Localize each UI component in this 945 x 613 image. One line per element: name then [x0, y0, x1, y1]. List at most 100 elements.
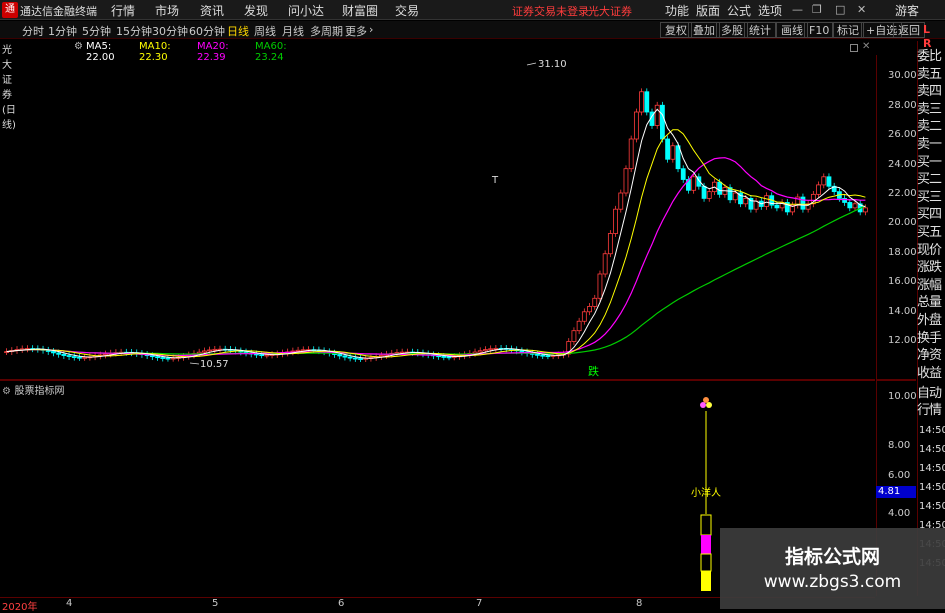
side-item[interactable]: 买一 [917, 155, 945, 171]
side-item[interactable]: 买四 [917, 207, 945, 223]
period-5min[interactable]: 5分钟 [82, 23, 111, 39]
date-year-label: 2020年 [2, 602, 38, 613]
menu-quotes[interactable]: 行情 [111, 2, 135, 19]
menu-ask-xiaoda[interactable]: 问小达 [288, 2, 324, 19]
candle-body [826, 176, 832, 187]
period-more[interactable]: 更多 [345, 23, 367, 39]
signal-bar-black [700, 514, 712, 536]
signal-bar-magenta [701, 535, 711, 554]
menu-trade[interactable]: 交易 [395, 2, 419, 19]
low-price-label: 10.57 [200, 359, 229, 370]
candle-body [201, 350, 207, 353]
candle-body [56, 352, 62, 355]
candle-body [581, 311, 587, 322]
candle-body [691, 176, 697, 191]
candle-body [587, 305, 592, 313]
side-item[interactable]: 涨跌 [917, 260, 945, 276]
mark-button[interactable]: 标记 [832, 22, 864, 38]
period-1min[interactable]: 1分钟 [48, 23, 77, 39]
quote-side-panel: L R 委比 卖五 卖四 卖三 卖二 卖一 买一 买二 买三 买四 买五 现价 涨跌 涨幅 总量 外盘 换手 净资… [917, 23, 945, 596]
panel-close-icon[interactable]: ✕ [862, 41, 870, 52]
login-notice[interactable]: 证券交易未登录 [512, 3, 589, 19]
side-item[interactable]: 收益 [917, 366, 945, 382]
candle-body [633, 111, 639, 140]
candle-body [821, 176, 827, 186]
candle-body [774, 204, 780, 209]
chevron-right-icon[interactable]: › [369, 23, 373, 36]
side-item[interactable]: 卖四 [917, 84, 945, 100]
candle-body [71, 356, 77, 358]
side-item[interactable]: 涨幅 [917, 278, 945, 294]
guest-label[interactable]: 游客 [895, 2, 919, 19]
menu-news[interactable]: 资讯 [200, 2, 224, 19]
signal-label: 小洋人 [691, 486, 721, 499]
menu-market[interactable]: 市场 [155, 2, 179, 19]
ind-axis-8: 8.00 [888, 440, 911, 451]
back-button[interactable]: 返回 [893, 22, 925, 38]
side-item[interactable]: 买三 [917, 190, 945, 206]
date-jul-label: 7 [476, 598, 483, 609]
axis-tick-18: 18.00 [888, 247, 917, 258]
period-multi[interactable]: 多周期 [310, 23, 343, 39]
menu-layout[interactable]: 版面 [696, 2, 720, 19]
side-item[interactable]: 外盘 [917, 313, 945, 329]
menu-discover[interactable]: 发现 [244, 2, 268, 19]
side-item[interactable]: 买五 [917, 225, 945, 241]
candle-body [358, 358, 363, 360]
side-item[interactable]: 卖二 [917, 119, 945, 135]
axis-tick-16: 16.00 [888, 276, 917, 287]
candle-body [743, 197, 749, 205]
menu-formula[interactable]: 公式 [727, 2, 751, 19]
candle-body [519, 350, 525, 353]
period-daily[interactable]: 日线 [227, 23, 249, 39]
menu-options[interactable]: 选项 [758, 2, 782, 19]
price-axis: 30.00 28.00 26.00 24.00 22.00 20.00 18.0… [876, 55, 917, 596]
candle-body [149, 355, 155, 358]
side-item[interactable]: 卖三 [917, 102, 945, 118]
statistics-button[interactable]: 统计 [744, 22, 776, 38]
period-monthly[interactable]: 月线 [282, 23, 304, 39]
side-item[interactable]: 委比 [917, 49, 945, 65]
side-item[interactable]: 净资 [917, 348, 945, 364]
period-15min[interactable]: 15分钟 [116, 23, 152, 39]
menu-wealth-circle[interactable]: 财富圈 [342, 2, 378, 19]
signal-dot-2 [706, 402, 712, 408]
side-item[interactable]: 卖五 [917, 67, 945, 83]
close-icon[interactable]: ✕ [857, 3, 866, 16]
side-item[interactable]: 总量 [917, 295, 945, 311]
menu-functions[interactable]: 功能 [665, 2, 689, 19]
candle-body [701, 185, 707, 199]
side-item[interactable]: 现价 [917, 243, 945, 259]
panel-restore-icon[interactable] [850, 44, 858, 52]
candle-body [441, 356, 447, 358]
candlestick-chart[interactable]: 31.10 10.57 T 跌 [0, 55, 875, 379]
ind-axis-6: 6.00 [888, 470, 911, 481]
side-quotes[interactable]: 行情 [917, 403, 945, 419]
candle-body [352, 357, 358, 360]
candle-body [540, 354, 546, 357]
axis-tick-26: 26.00 [888, 129, 917, 140]
candle-body [597, 273, 603, 299]
period-weekly[interactable]: 周线 [254, 23, 276, 39]
side-letter-l[interactable]: L [923, 23, 930, 36]
f10-button[interactable]: F10 [804, 22, 835, 38]
maximize-icon[interactable]: □ [835, 3, 845, 16]
side-item[interactable]: 换手 [917, 331, 945, 347]
minimize-icon[interactable]: — [792, 3, 803, 16]
side-item[interactable]: 买二 [917, 172, 945, 188]
axis-tick-22: 22.00 [888, 188, 917, 199]
settings-icon[interactable]: ⚙ [74, 41, 83, 52]
candle-body [51, 351, 56, 354]
period-60min[interactable]: 60分钟 [189, 23, 225, 39]
axis-tick-24: 24.00 [888, 159, 917, 170]
candle-body [852, 203, 858, 209]
period-30min[interactable]: 30分钟 [152, 23, 188, 39]
candle-body [665, 138, 671, 160]
candle-body [654, 104, 660, 126]
candle-body [660, 104, 665, 140]
side-item[interactable]: 卖一 [917, 137, 945, 153]
candle-body [816, 184, 821, 195]
period-intraday[interactable]: 分时 [22, 23, 44, 39]
restore-icon[interactable]: ❐ [812, 3, 822, 16]
side-auto[interactable]: 自动 [917, 386, 945, 402]
